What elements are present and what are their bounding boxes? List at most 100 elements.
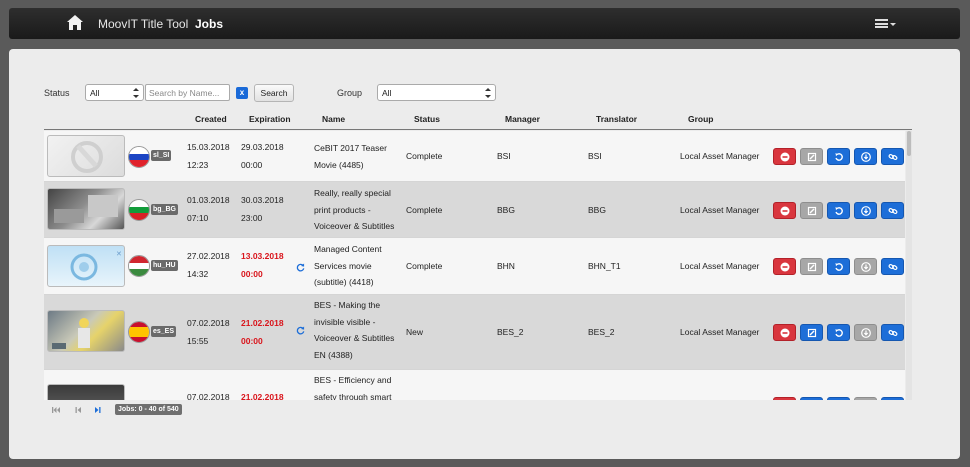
created-date: 27.02.2018 bbox=[187, 251, 230, 261]
delete-button[interactable] bbox=[773, 258, 796, 275]
app-title[interactable]: MoovIT Title Tool bbox=[98, 17, 188, 31]
expiration-date: 13.03.2018 bbox=[241, 251, 284, 261]
group-filter-label: Group bbox=[337, 88, 363, 98]
download-button[interactable] bbox=[854, 202, 877, 219]
locale-badge: bg_BG bbox=[151, 204, 178, 215]
video-thumbnail[interactable]: ✕ bbox=[47, 245, 125, 287]
edit-button[interactable] bbox=[800, 397, 823, 400]
job-translator: BES_2 bbox=[588, 327, 615, 337]
download-button[interactable] bbox=[854, 324, 877, 341]
job-translator: BSI bbox=[588, 151, 602, 161]
edit-icon bbox=[807, 262, 816, 271]
table-row[interactable]: ✕ hu_HU 27.02.2018 14:32 13.03.2018 00:0… bbox=[44, 238, 905, 295]
job-manager: BES_2 bbox=[497, 327, 524, 337]
job-manager: BSI bbox=[497, 151, 511, 161]
row-actions bbox=[773, 397, 904, 400]
link-button[interactable] bbox=[881, 258, 904, 275]
status-select[interactable]: All bbox=[85, 84, 144, 101]
job-group: Local Asset Manager bbox=[680, 327, 760, 337]
nav-jobs[interactable]: Jobs bbox=[195, 17, 223, 31]
header-divider bbox=[44, 129, 912, 130]
search-button[interactable]: Search bbox=[254, 84, 294, 102]
col-header-translator[interactable]: Translator bbox=[596, 114, 637, 124]
col-header-name[interactable]: Name bbox=[322, 114, 345, 124]
row-actions bbox=[773, 148, 904, 165]
undo-icon bbox=[834, 206, 843, 215]
scrollbar-thumb[interactable] bbox=[907, 131, 911, 156]
job-manager: BBG bbox=[497, 205, 515, 215]
edit-button[interactable] bbox=[800, 148, 823, 165]
flag-si-icon bbox=[128, 146, 150, 168]
filter-bar: Status All x Search Group All bbox=[9, 49, 960, 109]
minus-circle-icon bbox=[780, 262, 789, 271]
col-header-expiration[interactable]: Expiration bbox=[249, 114, 291, 124]
created-date: 01.03.2018 bbox=[187, 195, 230, 205]
job-status: Complete bbox=[406, 151, 443, 161]
group-select[interactable]: All bbox=[377, 84, 496, 101]
delete-button[interactable] bbox=[773, 148, 796, 165]
col-header-group[interactable]: Group bbox=[688, 114, 714, 124]
video-thumbnail[interactable] bbox=[47, 188, 125, 230]
table-row[interactable]: bg_BG 01.03.2018 07:10 30.03.2018 23:00 … bbox=[44, 182, 905, 248]
workers-thumbnail-icon bbox=[52, 318, 90, 349]
home-icon[interactable] bbox=[67, 15, 83, 30]
video-thumbnail[interactable] bbox=[47, 135, 125, 177]
download-button[interactable] bbox=[854, 397, 877, 400]
col-header-created[interactable]: Created bbox=[195, 114, 227, 124]
edit-button[interactable] bbox=[800, 324, 823, 341]
refresh-icon[interactable] bbox=[296, 326, 305, 335]
reset-button[interactable] bbox=[827, 148, 850, 165]
reset-button[interactable] bbox=[827, 397, 850, 400]
table-row[interactable]: es_ES 07.02.2018 15:55 21.02.2018 00:00 … bbox=[44, 295, 905, 370]
col-header-manager[interactable]: Manager bbox=[505, 114, 540, 124]
status-filter-label: Status bbox=[44, 88, 70, 98]
search-input[interactable] bbox=[145, 84, 230, 101]
download-circle-icon bbox=[860, 261, 871, 272]
edit-button[interactable] bbox=[800, 202, 823, 219]
job-manager: BHN bbox=[497, 261, 515, 271]
minus-circle-icon bbox=[780, 206, 789, 215]
col-header-status[interactable]: Status bbox=[414, 114, 440, 124]
first-page-icon[interactable] bbox=[51, 405, 61, 415]
delete-button[interactable] bbox=[773, 397, 796, 400]
clear-search-button[interactable]: x bbox=[236, 87, 248, 99]
edit-button[interactable] bbox=[800, 258, 823, 275]
link-button[interactable] bbox=[881, 324, 904, 341]
table-row[interactable]: sl_SI 15.03.2018 12:23 29.03.2018 00:00 … bbox=[44, 131, 905, 182]
job-translator: BBG bbox=[588, 205, 606, 215]
link-icon bbox=[888, 329, 897, 336]
previous-page-icon[interactable] bbox=[73, 405, 83, 415]
link-button[interactable] bbox=[881, 202, 904, 219]
created-time: 14:32 bbox=[187, 269, 209, 279]
link-icon bbox=[888, 207, 897, 214]
reset-button[interactable] bbox=[827, 258, 850, 275]
download-button[interactable] bbox=[854, 148, 877, 165]
flag-es-icon bbox=[128, 321, 150, 343]
logo-thumbnail-icon bbox=[71, 141, 103, 173]
link-button[interactable] bbox=[881, 397, 904, 400]
flag-hu-icon bbox=[128, 255, 150, 277]
edit-icon bbox=[807, 152, 816, 161]
video-thumbnail[interactable] bbox=[47, 384, 125, 400]
video-thumbnail[interactable] bbox=[47, 310, 125, 352]
delete-button[interactable] bbox=[773, 324, 796, 341]
locale-badge: hu_HU bbox=[151, 260, 178, 271]
reset-button[interactable] bbox=[827, 202, 850, 219]
delete-button[interactable] bbox=[773, 202, 796, 219]
next-page-icon[interactable] bbox=[93, 405, 103, 415]
hamburger-icon bbox=[875, 19, 888, 28]
pagination-info: Jobs: 0 - 40 of 540 bbox=[115, 404, 182, 415]
job-group: Local Asset Manager bbox=[680, 205, 760, 215]
link-button[interactable] bbox=[881, 148, 904, 165]
svg-text:✕: ✕ bbox=[116, 250, 122, 258]
jobs-panel: Status All x Search Group All Created Ex… bbox=[9, 49, 960, 459]
refresh-icon[interactable] bbox=[296, 263, 305, 272]
reset-button[interactable] bbox=[827, 324, 850, 341]
expiration-date: 30.03.2018 bbox=[241, 195, 284, 205]
table-scrollbar[interactable] bbox=[906, 131, 912, 400]
download-button[interactable] bbox=[854, 258, 877, 275]
expiration-date: 21.02.2018 bbox=[241, 392, 284, 400]
menu-toggle[interactable] bbox=[875, 18, 897, 29]
table-row[interactable]: 07.02.2018 21.02.2018 BES - Efficiency a… bbox=[44, 370, 905, 400]
job-status: New bbox=[406, 327, 424, 337]
